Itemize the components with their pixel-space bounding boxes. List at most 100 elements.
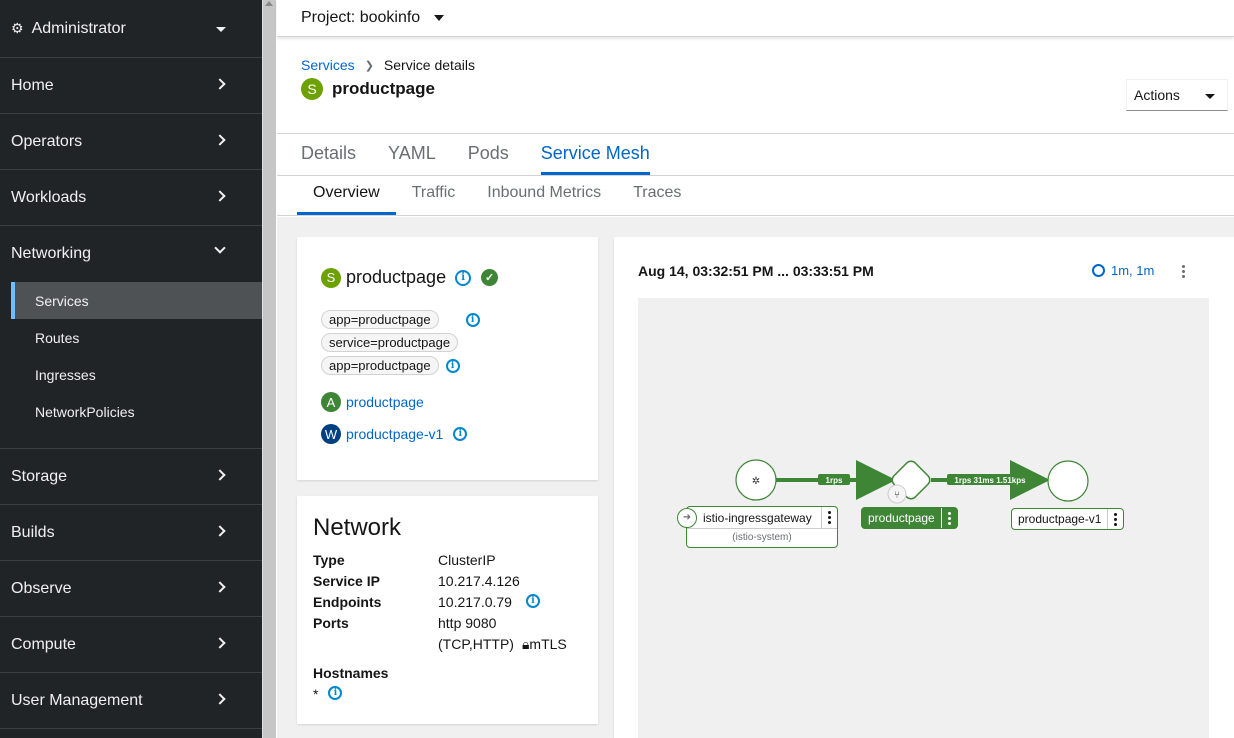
edge-label-1: 1rps — [826, 476, 843, 485]
nav-routes[interactable]: Routes — [0, 319, 262, 356]
graph-canvas[interactable]: ✲ ⑂ 1rps 1rps 31ms 1.51kps ➜ istio-ingre… — [638, 298, 1209, 738]
edge-label-2: 1rps 31ms 1.51kps — [954, 476, 1026, 485]
info-icon[interactable]: i — [465, 312, 480, 327]
chevron-right-icon — [214, 581, 226, 593]
info-icon[interactable]: i — [525, 594, 540, 608]
gateway-label[interactable]: ➜ istio-ingressgateway (istio-system) — [677, 506, 838, 548]
networking-subnav: Services Routes Ingresses NetworkPolicie… — [0, 282, 262, 449]
subtab-traces[interactable]: Traces — [617, 184, 697, 215]
nav-label: User Management — [11, 691, 143, 709]
nav-services[interactable]: Services — [11, 282, 262, 319]
network-title: Network — [313, 514, 402, 541]
gateway-icon: ✲ — [752, 476, 760, 487]
tabs: Details YAML Pods Service Mesh — [277, 134, 1234, 176]
mini-graph-card: Aug 14, 03:32:51 PM ... 03:33:51 PM 1m, … — [614, 237, 1234, 738]
tab-pods[interactable]: Pods — [468, 143, 509, 175]
page-header: Services ❯ Service details S productpage… — [277, 37, 1234, 134]
nav-compute[interactable]: Compute — [0, 617, 262, 673]
service-name: productpage — [346, 267, 447, 287]
workload-link[interactable]: productpage-v1 — [346, 426, 443, 442]
ports-value: http 9080 — [438, 615, 497, 631]
mtls-label: mTLS — [529, 636, 567, 652]
perspective-switcher[interactable]: ⚙ Administrator — [0, 0, 262, 58]
perspective-label: Administrator — [31, 19, 126, 37]
kebab-icon[interactable] — [940, 508, 957, 528]
service-badge: S — [301, 78, 323, 100]
caret-down-icon — [216, 27, 226, 32]
nav-user-management[interactable]: User Management — [0, 673, 262, 729]
nav-networking[interactable]: Networking — [0, 226, 262, 282]
scroll-up-icon[interactable] — [265, 1, 273, 6]
gateway-name: istio-ingressgateway — [703, 510, 812, 525]
app-badge: A — [321, 392, 341, 412]
nav-networkpolicies[interactable]: NetworkPolicies — [0, 393, 262, 430]
subtab-traffic[interactable]: Traffic — [396, 184, 472, 215]
tab-details[interactable]: Details — [301, 143, 356, 175]
service-ip-key: Service IP — [313, 573, 380, 589]
overview-content: S productpage i ✓ app=productpage i servi… — [277, 217, 1234, 738]
subtab-inbound-metrics[interactable]: Inbound Metrics — [471, 184, 617, 215]
hostnames-value: * — [313, 686, 319, 702]
nav-workloads[interactable]: Workloads — [0, 170, 262, 226]
nav-label: Builds — [11, 523, 55, 541]
nav-label: Compute — [11, 635, 76, 653]
cogs-icon: ⚙ — [11, 20, 24, 36]
graph-time-range: Aug 14, 03:32:51 PM ... 03:33:51 PM — [638, 263, 874, 279]
type-value: ClusterIP — [438, 552, 496, 568]
actions-dropdown[interactable]: Actions — [1126, 79, 1228, 111]
chevron-right-icon — [214, 525, 226, 537]
breadcrumb-services-link[interactable]: Services — [301, 57, 355, 73]
nav-storage[interactable]: Storage — [0, 449, 262, 505]
chevron-right-icon — [214, 134, 226, 146]
kebab-icon[interactable] — [821, 507, 837, 528]
label-chip: service=productpage — [321, 333, 459, 352]
kebab-icon[interactable] — [1107, 509, 1123, 529]
nav-operators[interactable]: Operators — [0, 114, 262, 170]
refresh-interval[interactable]: 1m, 1m — [1092, 263, 1154, 278]
actions-label: Actions — [1134, 87, 1180, 103]
nav-label: Workloads — [11, 188, 87, 206]
nav-home[interactable]: Home — [0, 58, 262, 114]
service-badge: S — [321, 267, 341, 288]
chevron-right-icon — [214, 190, 226, 202]
ports-key: Ports — [313, 615, 349, 631]
caret-down-icon — [1205, 94, 1215, 99]
graph-kebab-menu[interactable] — [1178, 263, 1188, 279]
clock-icon — [1092, 264, 1105, 277]
nav-label: Networking — [11, 245, 92, 262]
subtabs: Overview Traffic Inbound Metrics Traces — [277, 176, 1234, 216]
breadcrumb-separator-icon: ❯ — [364, 59, 374, 72]
code-branch-icon: ⑂ — [894, 490, 900, 501]
workload-link-row: W productpage-v1 i — [321, 424, 468, 444]
productpage-v1-label[interactable]: productpage-v1 — [1011, 508, 1125, 530]
page-title: S productpage — [301, 78, 435, 100]
nav-ingresses[interactable]: Ingresses — [0, 356, 262, 393]
info-icon[interactable]: i — [455, 269, 472, 286]
tab-service-mesh[interactable]: Service Mesh — [540, 143, 650, 175]
lock-icon: 🔒︎ — [521, 636, 530, 652]
project-selector[interactable]: Project: bookinfo — [277, 0, 1234, 37]
nav-builds[interactable]: Builds — [0, 505, 262, 561]
nav-label: Home — [11, 76, 54, 94]
app-link[interactable]: productpage — [346, 394, 424, 410]
info-icon[interactable]: i — [328, 686, 343, 700]
subtab-overview[interactable]: Overview — [297, 184, 396, 215]
productpage-v1-name: productpage-v1 — [1018, 512, 1102, 526]
hostnames-key: Hostnames — [313, 665, 389, 681]
app-link-row: A productpage — [321, 392, 424, 412]
node-productpage-v1[interactable] — [1047, 460, 1089, 502]
chevron-down-icon — [214, 242, 226, 254]
sidebar-scrollbar[interactable] — [262, 0, 276, 738]
workload-badge: W — [321, 424, 341, 444]
refresh-label: 1m, 1m — [1111, 263, 1155, 278]
info-icon[interactable]: i — [453, 427, 468, 441]
tab-yaml[interactable]: YAML — [388, 143, 436, 175]
productpage-label[interactable]: productpage — [861, 507, 958, 529]
sidebar: ⚙ Administrator Home Operators Workloads… — [0, 0, 262, 738]
caret-down-icon — [434, 15, 445, 21]
info-icon[interactable]: i — [445, 358, 460, 373]
nav-observe[interactable]: Observe — [0, 561, 262, 617]
chevron-right-icon — [214, 693, 226, 705]
label-chip: app=productpage — [321, 310, 439, 329]
